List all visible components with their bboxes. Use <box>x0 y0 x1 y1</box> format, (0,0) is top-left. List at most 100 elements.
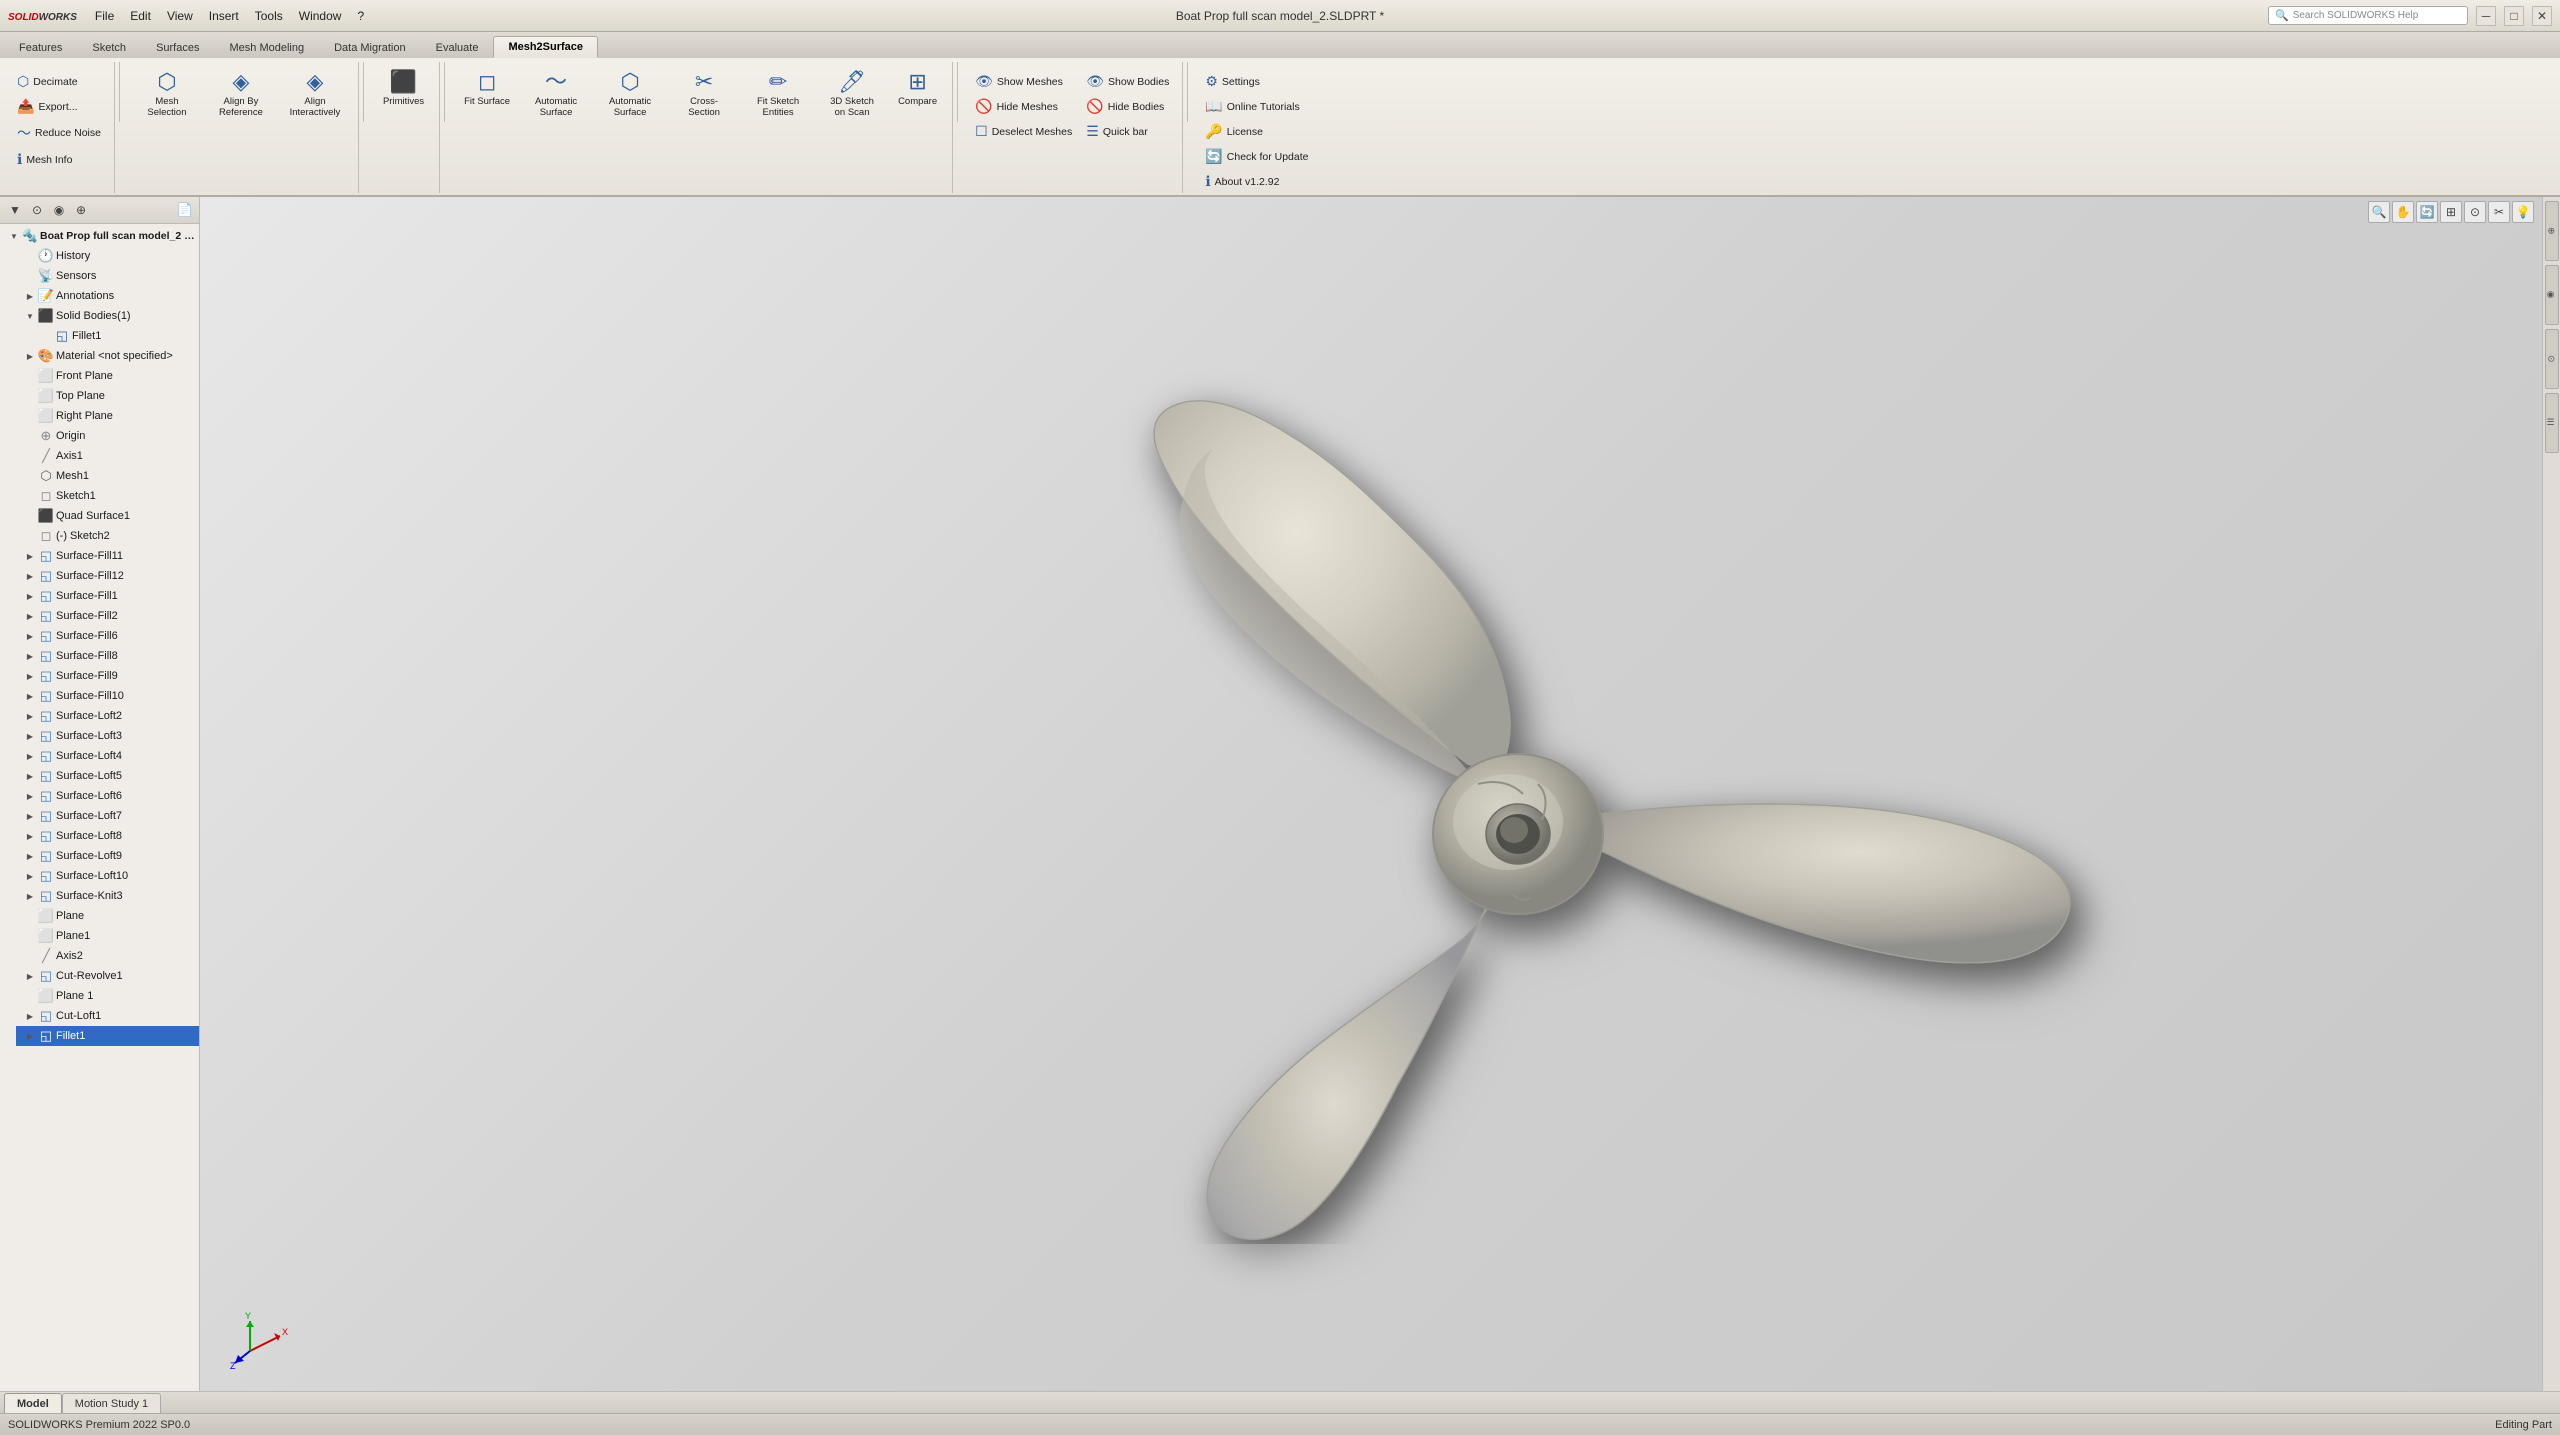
vp-btn-view[interactable]: ⊙ <box>2464 201 2486 223</box>
tree-action-plane-eye[interactable]: □ <box>181 909 195 923</box>
tree-action-sketch1-eye[interactable]: □ <box>181 489 195 503</box>
tree-item-root[interactable]: ▼ 🔩 Boat Prop full scan model_2 (D <box>0 226 199 246</box>
sidebar-btn-1[interactable]: ▼ <box>6 201 24 219</box>
tree-expand-root[interactable]: ▼ <box>8 230 20 242</box>
btn-align-interactively[interactable]: ◈ Align Interactively <box>280 66 350 124</box>
btn-fit-surface[interactable]: ◻ Fit Surface <box>457 66 517 112</box>
btn-export[interactable]: 📤 Export... <box>12 95 83 118</box>
maximize-button[interactable]: □ <box>2504 6 2524 26</box>
vp-btn-fit[interactable]: ⊞ <box>2440 201 2462 223</box>
tree-item-surface-loft2[interactable]: ▶ ◱ Surface-Loft2 <box>16 706 199 726</box>
tree-action-front-plane-eye[interactable]: □ <box>181 369 195 383</box>
tree-item-fillet1-body[interactable]: ◱ Fillet1 👁 🔒 <box>32 326 199 346</box>
btn-about[interactable]: ℹ About v1.2.92 <box>1200 170 1284 193</box>
tree-action-quad-surface1-eye[interactable]: □ <box>181 509 195 523</box>
tab-surfaces[interactable]: Surfaces <box>141 36 214 58</box>
vp-btn-zoom[interactable]: 🔍 <box>2368 201 2390 223</box>
tree-item-axis2[interactable]: ╱ Axis2 <box>16 946 199 966</box>
menu-edit[interactable]: Edit <box>124 7 157 25</box>
tree-item-surface-fill11[interactable]: ▶ ◱ Surface-Fill11 <box>16 546 199 566</box>
vp-btn-display[interactable]: 💡 <box>2512 201 2534 223</box>
btn-automatic-surface[interactable]: ⬡ Automatic Surface <box>595 66 665 124</box>
btn-compare[interactable]: ⊞ Compare <box>891 66 944 112</box>
sidebar-btn-2[interactable]: ⊙ <box>28 201 46 219</box>
tree-item-surface-fill1[interactable]: ▶ ◱ Surface-Fill1 <box>16 586 199 606</box>
btn-primitives[interactable]: ⬛ Primitives <box>376 66 431 112</box>
tab-mesh-modeling[interactable]: Mesh Modeling <box>214 36 319 58</box>
tree-item-plane-1[interactable]: ⬜ Plane 1 □ <box>16 986 199 1006</box>
tree-item-surface-loft5[interactable]: ▶ ◱ Surface-Loft5 <box>16 766 199 786</box>
vp-btn-pan[interactable]: ✋ <box>2392 201 2414 223</box>
btn-settings[interactable]: ⚙ Settings <box>1200 70 1265 93</box>
tree-item-surface-fill9[interactable]: ▶ ◱ Surface-Fill9 <box>16 666 199 686</box>
btn-fit-sketch[interactable]: ✏ Fit Sketch Entities <box>743 66 813 124</box>
tree-item-front-plane[interactable]: ⬜ Front Plane □ <box>16 366 199 386</box>
tree-item-surface-loft4[interactable]: ▶ ◱ Surface-Loft4 <box>16 746 199 766</box>
tree-item-fillet1-selected[interactable]: ▶ ◱ Fillet1 <box>16 1026 199 1046</box>
tree-action-plane1-eye[interactable]: □ <box>181 929 195 943</box>
btn-align-reference[interactable]: ◈ Align By Reference <box>206 66 276 124</box>
btn-deselect-meshes[interactable]: ☐ Deselect Meshes <box>970 120 1077 143</box>
tree-item-sketch1[interactable]: ◻ Sketch1 □ <box>16 486 199 506</box>
search-box[interactable]: 🔍 Search SOLIDWORKS Help <box>2268 6 2468 25</box>
btn-license[interactable]: 🔑 License <box>1200 120 1268 143</box>
feature-tree[interactable]: ▼ 🔩 Boat Prop full scan model_2 (D 🕐 His… <box>0 224 199 1391</box>
tree-item-surface-fill6[interactable]: ▶ ◱ Surface-Fill6 <box>16 626 199 646</box>
vp-btn-rotate[interactable]: 🔄 <box>2416 201 2438 223</box>
btn-show-meshes[interactable]: 👁 Show Meshes <box>970 70 1068 93</box>
tree-item-right-plane[interactable]: ⬜ Right Plane □ <box>16 406 199 426</box>
tree-item-surface-loft7[interactable]: ▶ ◱ Surface-Loft7 <box>16 806 199 826</box>
tree-item-mesh1[interactable]: ⬡ Mesh1 <box>16 466 199 486</box>
btn-hide-bodies[interactable]: 🚫 Hide Bodies <box>1081 95 1169 118</box>
tree-item-solid-bodies[interactable]: ▼ ⬛ Solid Bodies(1) <box>16 306 199 326</box>
tree-item-cut-revolve1[interactable]: ▶ ◱ Cut-Revolve1 <box>16 966 199 986</box>
tree-item-surface-fill10[interactable]: ▶ ◱ Surface-Fill10 <box>16 686 199 706</box>
tree-action-right-plane-eye[interactable]: □ <box>181 409 195 423</box>
tree-item-cut-loft1[interactable]: ▶ ◱ Cut-Loft1 <box>16 1006 199 1026</box>
menu-view[interactable]: View <box>161 7 199 25</box>
tree-expand-solid-bodies[interactable]: ▼ <box>24 310 36 322</box>
btn-3d-sketch-scan[interactable]: 🖊 3D Sketch on Scan <box>817 66 887 124</box>
tree-item-surface-loft10[interactable]: ▶ ◱ Surface-Loft10 <box>16 866 199 886</box>
tree-item-material[interactable]: ▶ 🎨 Material <not specified> <box>16 346 199 366</box>
tree-item-axis1[interactable]: ╱ Axis1 <box>16 446 199 466</box>
tree-item-sketch2[interactable]: ◻ (-) Sketch2 <box>16 526 199 546</box>
menu-help[interactable]: ? <box>351 7 370 25</box>
tree-expand-material[interactable]: ▶ <box>24 350 36 362</box>
tree-item-history[interactable]: 🕐 History <box>16 246 199 266</box>
tree-expand-annotations[interactable]: ▶ <box>24 290 36 302</box>
tree-item-sensors[interactable]: 📡 Sensors <box>16 266 199 286</box>
tree-item-surface-fill8[interactable]: ▶ ◱ Surface-Fill8 <box>16 646 199 666</box>
sidebar-btn-3[interactable]: ◉ <box>50 201 68 219</box>
sidebar-file-icon[interactable]: 📄 <box>177 202 193 218</box>
minimize-button[interactable]: ─ <box>2476 6 2496 26</box>
viewport[interactable]: 🔍 ✋ 🔄 ⊞ ⊙ ✂ 💡 <box>200 197 2542 1391</box>
btn-new-free-form[interactable]: 〜 Automatic Surface <box>521 66 591 124</box>
btn-hide-meshes[interactable]: 🚫 Hide Meshes <box>970 95 1063 118</box>
sidebar-btn-4[interactable]: ⊕ <box>72 201 90 219</box>
tree-item-surface-fill12[interactable]: ▶ ◱ Surface-Fill12 <box>16 566 199 586</box>
tree-item-surface-loft6[interactable]: ▶ ◱ Surface-Loft6 <box>16 786 199 806</box>
tree-item-origin[interactable]: ⊕ Origin <box>16 426 199 446</box>
btn-mesh-selection[interactable]: ⬡ Mesh Selection <box>132 66 202 124</box>
tree-item-surface-loft8[interactable]: ▶ ◱ Surface-Loft8 <box>16 826 199 846</box>
tree-item-annotations[interactable]: ▶ 📝 Annotations <box>16 286 199 306</box>
tree-item-surface-loft9[interactable]: ▶ ◱ Surface-Loft9 <box>16 846 199 866</box>
tree-item-plane1[interactable]: ⬜ Plane1 □ <box>16 926 199 946</box>
right-panel-btn-2[interactable]: ◉ <box>2545 265 2559 325</box>
right-panel-btn-4[interactable]: ☰ <box>2545 393 2559 453</box>
tree-action-plane-1-eye[interactable]: □ <box>181 989 195 1003</box>
menu-file[interactable]: File <box>89 7 120 25</box>
tree-action-lock[interactable]: 🔒 <box>181 329 195 343</box>
tab-motion-study[interactable]: Motion Study 1 <box>62 1393 161 1413</box>
btn-decimate[interactable]: ⬡ Decimate <box>12 70 83 93</box>
btn-check-update[interactable]: 🔄 Check for Update <box>1200 145 1313 168</box>
tab-features[interactable]: Features <box>4 36 77 58</box>
tree-item-surface-knit3[interactable]: ▶ ◱ Surface-Knit3 <box>16 886 199 906</box>
tab-mesh2surface[interactable]: Mesh2Surface <box>493 36 598 58</box>
vp-btn-section[interactable]: ✂ <box>2488 201 2510 223</box>
menu-window[interactable]: Window <box>293 7 348 25</box>
btn-cross-section[interactable]: ✂ Cross-Section <box>669 66 739 124</box>
tree-item-surface-fill2[interactable]: ▶ ◱ Surface-Fill2 <box>16 606 199 626</box>
tree-item-top-plane[interactable]: ⬜ Top Plane □ <box>16 386 199 406</box>
